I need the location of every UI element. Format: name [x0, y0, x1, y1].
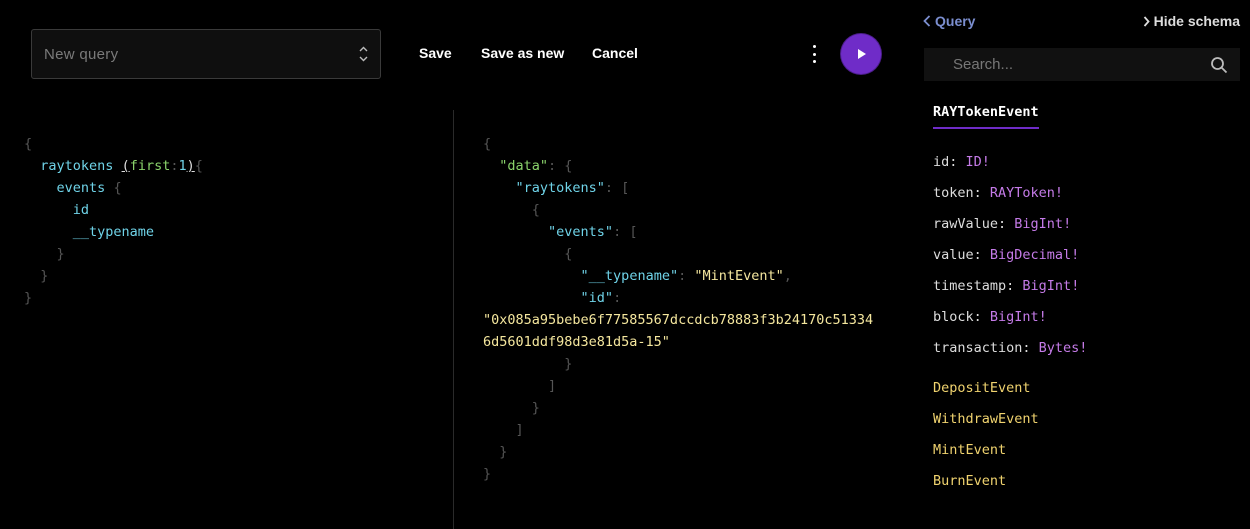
schema-field[interactable]: timestamp: BigInt!: [933, 275, 1087, 306]
run-query-button[interactable]: [841, 34, 881, 74]
cancel-button[interactable]: Cancel: [592, 45, 638, 61]
query-editor[interactable]: { raytokens (first:1){ events { id __typ…: [0, 110, 452, 529]
play-icon: [858, 49, 866, 59]
result-code: { "data": { "raytokens": [ { "events": […: [483, 136, 874, 482]
field-name: id: [933, 154, 950, 170]
json-key: "events": [548, 224, 614, 240]
json-string: "MintEvent": [694, 268, 784, 284]
schema-field[interactable]: rawValue: BigInt!: [933, 213, 1087, 244]
field-name: timestamp: [933, 278, 1007, 294]
field-type[interactable]: BigInt!: [1014, 216, 1071, 232]
root-field: raytokens: [40, 158, 114, 174]
back-to-query-link[interactable]: Query: [923, 13, 975, 29]
pane-divider[interactable]: [453, 110, 454, 529]
json-string: "0x085a95bebe6f77585567dccdcb78883f3b241…: [483, 312, 874, 328]
json-key: "__typename": [580, 268, 679, 284]
schema-field[interactable]: value: BigDecimal!: [933, 244, 1087, 275]
result-viewer: { "data": { "raytokens": [ { "events": […: [456, 110, 906, 529]
field-name: value: [933, 247, 974, 263]
implementation-link[interactable]: BurnEvent: [933, 470, 1039, 501]
save-as-new-button[interactable]: Save as new: [481, 45, 564, 61]
more-options-icon[interactable]: [806, 43, 822, 65]
chevron-left-icon: [923, 15, 931, 27]
field-type[interactable]: Bytes!: [1039, 340, 1088, 356]
leaf-field: __typename: [72, 224, 155, 240]
sub-field: events: [56, 180, 106, 196]
schema-field[interactable]: block: BigInt!: [933, 306, 1087, 337]
field-type[interactable]: ID!: [966, 154, 990, 170]
field-type[interactable]: BigInt!: [990, 309, 1047, 325]
chevron-right-icon: [1143, 15, 1150, 27]
save-button[interactable]: Save: [419, 45, 452, 61]
arg-value: 1: [178, 158, 187, 174]
leaf-field: id: [72, 202, 90, 218]
updown-chevron-icon: [359, 46, 368, 62]
implementation-link[interactable]: DepositEvent: [933, 377, 1039, 408]
schema-type-title: RAYTokenEvent: [933, 104, 1039, 129]
search-icon[interactable]: [1210, 56, 1228, 74]
schema-panel: Query Hide schema RAYTokenEvent id: ID! …: [920, 0, 1250, 529]
hide-schema-label: Hide schema: [1153, 13, 1240, 29]
query-toolbar: New query Save Save as new Cancel: [0, 0, 905, 105]
schema-field[interactable]: token: RAYToken!: [933, 182, 1087, 213]
query-code: { raytokens (first:1){ events { id __typ…: [24, 136, 203, 306]
field-type[interactable]: BigDecimal!: [990, 247, 1079, 263]
schema-search-input[interactable]: [953, 56, 1193, 73]
schema-search-box: [924, 48, 1240, 81]
schema-implementation-list: DepositEvent WithdrawEvent MintEvent Bur…: [933, 377, 1039, 501]
query-name-select[interactable]: New query: [31, 29, 381, 79]
schema-field-list: id: ID! token: RAYToken! rawValue: BigIn…: [933, 151, 1087, 368]
back-label: Query: [935, 13, 976, 29]
field-type[interactable]: BigInt!: [1022, 278, 1079, 294]
schema-field[interactable]: transaction: Bytes!: [933, 337, 1087, 368]
field-name: block: [933, 309, 974, 325]
schema-field[interactable]: id: ID!: [933, 151, 1087, 182]
json-key: "raytokens": [515, 180, 605, 196]
field-type[interactable]: RAYToken!: [990, 185, 1063, 201]
implementation-link[interactable]: WithdrawEvent: [933, 408, 1039, 439]
implementation-link[interactable]: MintEvent: [933, 439, 1039, 470]
field-name: transaction: [933, 340, 1023, 356]
field-name: rawValue: [933, 216, 999, 232]
arg-name: first: [129, 158, 171, 174]
json-key: "id": [580, 290, 614, 306]
json-key: "data": [499, 158, 549, 174]
field-name: token: [933, 185, 974, 201]
hide-schema-button[interactable]: Hide schema: [1143, 13, 1240, 29]
json-string: 6d5601ddf98d3e81d5a-15": [483, 334, 670, 350]
query-name-placeholder: New query: [44, 45, 119, 63]
